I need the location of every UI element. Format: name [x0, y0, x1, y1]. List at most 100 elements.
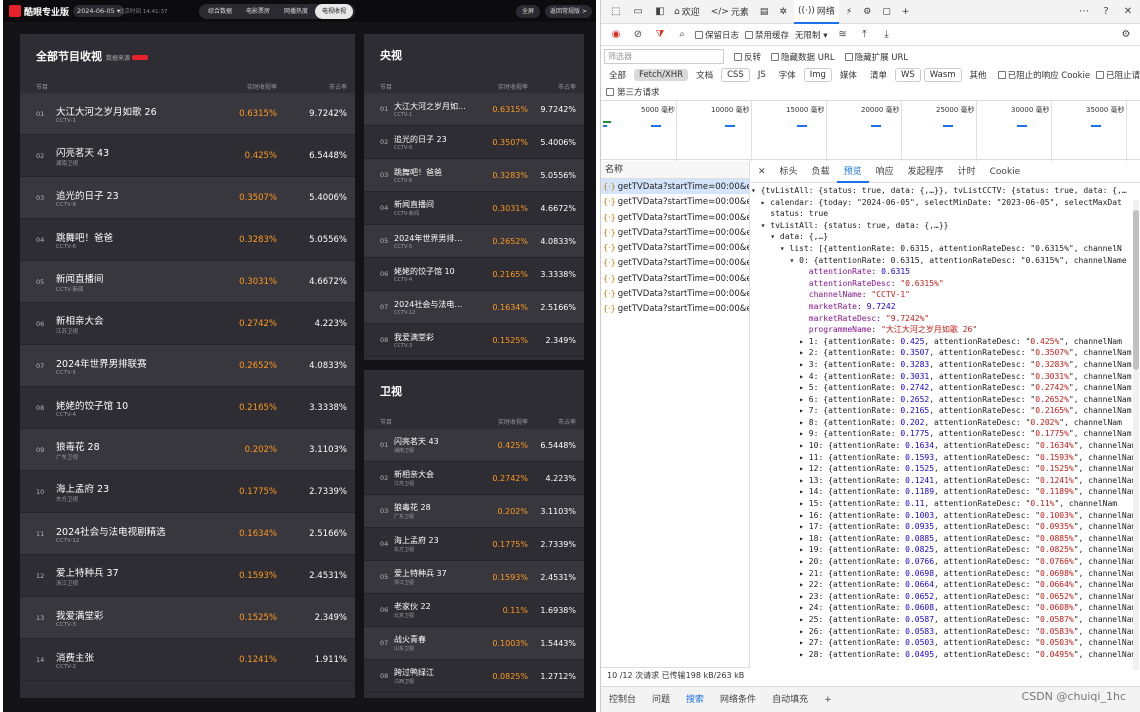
json-line[interactable]: ▸ 27: {attentionRate: 0.0503, attentionR… [751, 637, 1133, 649]
fullscreen-button[interactable]: 全屏 [516, 5, 541, 18]
wifi-settings-icon[interactable]: ≋ [836, 28, 850, 42]
device-toggle-icon[interactable]: ▭ [631, 5, 645, 19]
type-doc[interactable]: 文档 [691, 68, 718, 82]
tab-timing[interactable]: 计时 [951, 161, 983, 183]
type-wasm[interactable]: Wasm [923, 68, 962, 82]
hide-data-url-checkbox[interactable]: 隐藏数据 URL [771, 51, 835, 63]
close-detail-icon[interactable]: ✕ [751, 161, 773, 183]
drawer-tab-autofill[interactable]: 自动填充 [764, 687, 816, 712]
request-row[interactable]: {⋅} getTVData?startTime=00:00&e... [601, 179, 749, 195]
download-icon[interactable]: ⤓ [880, 28, 894, 42]
type-fetch-xhr[interactable]: Fetch/XHR [634, 69, 689, 81]
invert-checkbox[interactable]: 反转 [734, 51, 761, 63]
json-line[interactable]: ▸ 11: {attentionRate: 0.1593, attentionR… [751, 452, 1133, 464]
json-line[interactable]: ▾ list: [{attentionRate: 0.6315, attenti… [751, 243, 1133, 255]
table-row[interactable]: 04 海上孟府 23 东方卫视 0.1775% 2.7339% [364, 528, 584, 561]
clear-icon[interactable]: ⊘ [631, 28, 645, 42]
json-line[interactable]: ▾ {tvListAll: {status: true, data: {,…}}… [751, 185, 1133, 197]
json-line[interactable]: ▸ 21: {attentionRate: 0.0698, attentionR… [751, 568, 1133, 580]
table-row[interactable]: 01 大江大河之岁月如歌 26 CCTV-1 0.6315% 9.7242% [20, 93, 355, 135]
table-row[interactable]: 01 闪亮茗天 43 湖南卫视 0.425% 6.5448% [364, 429, 584, 462]
table-row[interactable]: 01 大江大河之岁月如... CCTV-1 0.6315% 9.7242% [364, 93, 584, 126]
json-line[interactable]: ▸ 22: {attentionRate: 0.0664, attentionR… [751, 579, 1133, 591]
filter-toggle-icon[interactable]: ⧩ [653, 28, 667, 42]
request-row[interactable]: {⋅} getTVData?startTime=00:00&e... [601, 240, 749, 255]
date-selector[interactable]: 2024-06-05 ▾ [73, 5, 125, 17]
third-party-checkbox[interactable]: 第三方请求 [606, 86, 660, 98]
json-line[interactable]: ▸ 24: {attentionRate: 0.0608, attentionR… [751, 602, 1133, 614]
drawer-tab-network-conditions[interactable]: 网络条件 [712, 687, 764, 712]
table-row[interactable]: 10 海上孟府 23 东方卫视 0.1775% 2.7339% [20, 471, 355, 513]
json-line[interactable]: ▾ data: {,…} [751, 231, 1133, 243]
table-row[interactable]: 08 姥姥的饺子馆 10 CCTV-4 0.2165% 3.3338% [20, 387, 355, 429]
json-line[interactable]: ▸ 15: {attentionRate: 0.11, attentionRat… [751, 498, 1133, 510]
upload-icon[interactable]: ⤒ [858, 28, 872, 42]
record-icon[interactable]: ◉ [609, 28, 623, 42]
json-line[interactable]: ▸ 5: {attentionRate: 0.2742, attentionRa… [751, 382, 1133, 394]
table-row[interactable]: 07 战火青春 山东卫视 0.1003% 1.5443% [364, 627, 584, 660]
tab-welcome[interactable]: ⌂ 欢迎 [670, 0, 704, 24]
tab-headers[interactable]: 标头 [773, 161, 805, 183]
type-font[interactable]: 字体 [774, 68, 801, 82]
tab-cookies[interactable]: Cookie [983, 161, 1028, 183]
help-icon[interactable]: ? [1099, 5, 1113, 19]
tab-application[interactable]: ▢ [878, 0, 895, 24]
json-line[interactable]: ▾ 0: {attentionRate: 0.6315, attentionRa… [751, 255, 1133, 267]
json-line[interactable]: ▸ 2: {attentionRate: 0.3507, attentionRa… [751, 347, 1133, 359]
name-column-header[interactable]: 名称 [601, 161, 749, 179]
type-media[interactable]: 媒体 [835, 68, 862, 82]
search-icon[interactable]: ⌕ [675, 28, 689, 42]
settings-icon[interactable]: ⚙ [1119, 28, 1133, 42]
back-to-standard-button[interactable]: 返回常规版 > [545, 5, 592, 18]
request-row[interactable]: {⋅} getTVData?startTime=00:00&e... [601, 255, 749, 270]
table-row[interactable]: 12 爱上特种兵 37 浙江卫视 0.1593% 2.4531% [20, 555, 355, 597]
tab-settings[interactable]: ⚙ [859, 0, 875, 24]
tab-web-heat[interactable]: 网播热度 [277, 4, 315, 19]
json-line[interactable]: ▸ 19: {attentionRate: 0.0825, attentionR… [751, 544, 1133, 556]
table-row[interactable]: 05 新闻直播间 CCTV-新闻 0.3031% 4.6672% [20, 261, 355, 303]
drawer-tab-search[interactable]: 搜索 [678, 687, 712, 712]
json-line[interactable]: ▸ 6: {attentionRate: 0.2652, attentionRa… [751, 394, 1133, 406]
request-row[interactable]: {⋅} getTVData?startTime=00:00&e... [601, 194, 749, 209]
type-css[interactable]: CSS [721, 68, 750, 82]
table-row[interactable]: 14 消费主张 CCTV-2 0.1241% 1.911% [20, 639, 355, 681]
table-row[interactable]: 02 闪亮茗天 43 湖南卫视 0.425% 6.5448% [20, 135, 355, 177]
tab-performance[interactable]: ⚡ [842, 0, 856, 24]
tab-response[interactable]: 响应 [869, 161, 901, 183]
more-icon[interactable]: ⋯ [1077, 5, 1091, 19]
request-row[interactable]: {⋅} getTVData?startTime=00:00&e... [601, 301, 749, 316]
table-row[interactable]: 07 2024社会与法电视... CCTV-12 0.1634% 2.5166% [364, 291, 584, 324]
table-row[interactable]: 09 狼毒花 28 广东卫视 0.202% 3.1103% [20, 429, 355, 471]
table-row[interactable]: 03 跳舞吧！爸爸 CCTV-6 0.3283% 5.0556% [364, 159, 584, 192]
table-row[interactable]: 04 新闻直播间 CCTV-新闻 0.3031% 4.6672% [364, 192, 584, 225]
scroll-thumb[interactable] [1133, 210, 1139, 370]
drawer-tab-console[interactable]: 控制台 [601, 687, 644, 712]
tab-console[interactable]: ▤ [756, 0, 773, 24]
tab-tv-ratings[interactable]: 电视收视 [315, 4, 354, 19]
table-row[interactable]: 02 新相亲大会 江苏卫视 0.2742% 4.223% [364, 462, 584, 495]
json-line[interactable]: ▸ 26: {attentionRate: 0.0583, attentionR… [751, 626, 1133, 638]
preserve-log-checkbox[interactable]: 保留日志 [695, 29, 739, 41]
json-line[interactable]: ▸ 20: {attentionRate: 0.0766, attentionR… [751, 556, 1133, 568]
drawer-add-tab[interactable]: + [816, 687, 840, 712]
json-line[interactable]: ▸ 14: {attentionRate: 0.1189, attentionR… [751, 486, 1133, 498]
json-line[interactable]: ▸ 28: {attentionRate: 0.0495, attentionR… [751, 649, 1133, 661]
tab-sources[interactable]: ✲ [775, 0, 791, 24]
table-row[interactable]: 04 跳舞吧！爸爸 CCTV-6 0.3283% 5.0556% [20, 219, 355, 261]
table-row[interactable]: 13 我爱满堂彩 CCTV-3 0.1525% 2.349% [20, 597, 355, 639]
tab-payload[interactable]: 负载 [805, 161, 837, 183]
table-row[interactable]: 06 姥姥的饺子馆 10 CCTV-4 0.2165% 3.3338% [364, 258, 584, 291]
table-row[interactable]: 06 老家伙 22 北京卫视 0.11% 1.6938% [364, 594, 584, 627]
type-all[interactable]: 全部 [604, 68, 631, 82]
close-icon[interactable]: ✕ [1121, 5, 1135, 19]
hide-extension-url-checkbox[interactable]: 隐藏扩展 URL [844, 51, 908, 63]
request-row[interactable]: {⋅} getTVData?startTime=00:00&e... [601, 286, 749, 301]
json-line[interactable]: ▸ 1: {attentionRate: 0.425, attentionRat… [751, 336, 1133, 348]
request-row[interactable]: {⋅} getTVData?startTime=00:00&e... [601, 225, 749, 240]
json-line[interactable]: ▾ tvListAll: {status: true, data: {,…}} [751, 220, 1133, 232]
network-timeline[interactable]: 5000 毫秒 10000 毫秒 15000 毫秒 20000 毫秒 25000… [601, 100, 1140, 161]
json-line[interactable]: ▸ 9: {attentionRate: 0.1775, attentionRa… [751, 428, 1133, 440]
sidebar-icon[interactable]: ◧ [653, 5, 667, 19]
disable-cache-checkbox[interactable]: 禁用缓存 [745, 29, 789, 41]
json-line[interactable]: status: true [751, 208, 1133, 220]
